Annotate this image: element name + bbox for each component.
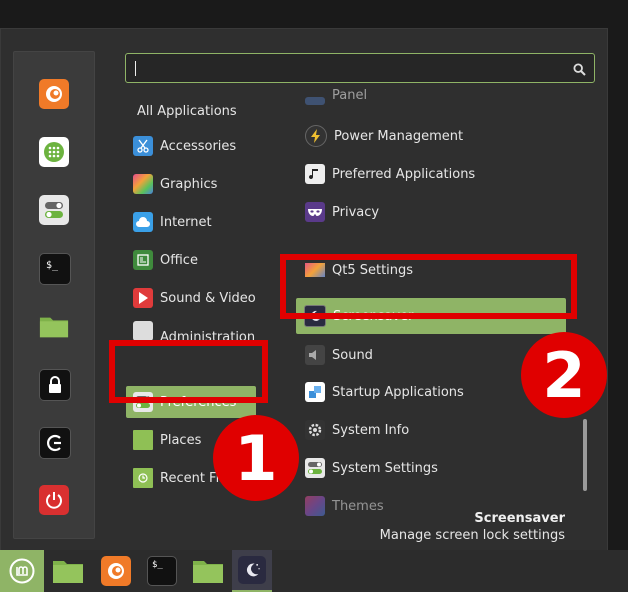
category-label: Accessories [160, 138, 237, 154]
folder-icon[interactable] [39, 311, 69, 341]
annotation-badge-2: 2 [521, 332, 607, 418]
app-screensaver[interactable]: Screensaver [296, 298, 566, 334]
category-label: Internet [160, 214, 212, 230]
category-label: Sound & Video [160, 290, 256, 306]
app-label: Themes [332, 498, 384, 514]
cloud-icon [133, 212, 153, 232]
description-title: Screensaver [474, 511, 565, 526]
themes-icon [305, 496, 325, 516]
search-icon[interactable] [573, 61, 586, 80]
category-internet[interactable]: Internet [133, 207, 212, 237]
logout-icon[interactable] [39, 427, 71, 459]
category-office[interactable]: Office [133, 245, 198, 275]
mask-icon [305, 202, 325, 222]
category-accessories[interactable]: Accessories [133, 131, 236, 161]
app-label: System Settings [332, 460, 438, 476]
category-label: Recent Fil [160, 470, 223, 486]
taskbar-terminal-launcher[interactable]: $_ [142, 550, 182, 592]
app-label: Screensaver [333, 308, 414, 324]
lightning-icon [305, 125, 327, 147]
music-note-icon [305, 164, 325, 184]
scissors-icon [133, 136, 153, 156]
speaker-icon [305, 345, 325, 365]
taskbar-folder-launcher[interactable] [48, 550, 88, 592]
category-label: Preferences [160, 394, 237, 410]
app-label: System Info [332, 422, 410, 438]
app-label: Power Management [334, 128, 464, 144]
terminal-icon: $_ [147, 556, 177, 586]
settings-toggle-icon[interactable] [39, 195, 69, 225]
category-recent-files[interactable]: Recent Fil [133, 463, 223, 493]
app-power-management[interactable]: Power Management [305, 121, 463, 151]
terminal-icon[interactable]: $_ [39, 253, 71, 285]
app-system-settings[interactable]: System Settings [305, 453, 438, 483]
category-label: Places [160, 432, 202, 448]
recent-files-icon [133, 468, 153, 488]
search-box[interactable] [125, 53, 595, 83]
favorites-sidebar: $_ [13, 51, 95, 539]
category-sound-video[interactable]: Sound & Video [133, 283, 256, 313]
app-preferred-applications[interactable]: Preferred Applications [305, 159, 475, 189]
power-icon[interactable] [39, 485, 69, 515]
taskbar-screensaver-window[interactable] [232, 550, 272, 592]
category-administration[interactable]: Administration [133, 321, 255, 341]
category-label: Office [160, 252, 198, 268]
office-icon [133, 250, 153, 270]
category-preferences[interactable]: Preferences [126, 386, 256, 418]
gear-icon [305, 420, 325, 440]
mint-logo-icon [9, 558, 35, 584]
app-label: Startup Applications [332, 384, 464, 400]
app-label: Preferred Applications [332, 166, 476, 182]
app-qt5-settings[interactable]: Qt5 Settings [305, 263, 413, 277]
folder-icon [53, 561, 83, 583]
moon-icon [304, 305, 326, 327]
app-system-info[interactable]: System Info [305, 415, 409, 445]
app-privacy[interactable]: Privacy [305, 197, 379, 227]
firefox-icon[interactable] [39, 79, 69, 109]
taskbar-files-launcher[interactable] [188, 550, 228, 592]
category-label: Graphics [160, 176, 218, 192]
app-startup-applications[interactable]: Startup Applications [305, 377, 464, 407]
lock-icon[interactable] [39, 369, 71, 401]
app-panel[interactable]: Panel [305, 89, 367, 105]
play-icon [133, 288, 153, 308]
category-all-applications[interactable]: All Applications [137, 96, 237, 126]
moon-icon [238, 556, 266, 584]
administration-icon [133, 321, 153, 341]
category-label: Administration [160, 329, 256, 342]
app-label: Privacy [332, 204, 380, 220]
qt5-settings-icon [305, 263, 325, 277]
taskbar: $_ [0, 550, 628, 592]
panel-icon [305, 97, 325, 105]
app-label: Sound [332, 347, 373, 363]
taskbar-firefox-launcher[interactable] [96, 550, 136, 592]
app-label: Qt5 Settings [332, 263, 414, 277]
application-menu: $_ All Applications Accessories Graphics… [0, 28, 608, 552]
app-list-scrollbar[interactable] [583, 419, 587, 491]
app-themes[interactable]: Themes [305, 491, 384, 521]
system-settings-toggle-icon [305, 458, 325, 478]
category-places[interactable]: Places [133, 425, 201, 455]
startup-icon [305, 382, 325, 402]
mint-menu-button[interactable] [0, 550, 44, 592]
places-folder-icon [133, 430, 153, 450]
app-label: Panel [332, 89, 368, 103]
description-text: Manage screen lock settings [379, 528, 565, 543]
annotation-badge-1: 1 [213, 415, 299, 501]
app-sound[interactable]: Sound [305, 340, 373, 370]
firefox-icon [101, 556, 131, 586]
software-manager-icon[interactable] [39, 137, 69, 167]
search-input[interactable] [132, 58, 566, 80]
preferences-toggle-icon [133, 392, 153, 412]
folder-icon [193, 561, 223, 583]
graphics-icon [133, 174, 153, 194]
category-label: All Applications [137, 103, 237, 119]
category-graphics[interactable]: Graphics [133, 169, 217, 199]
